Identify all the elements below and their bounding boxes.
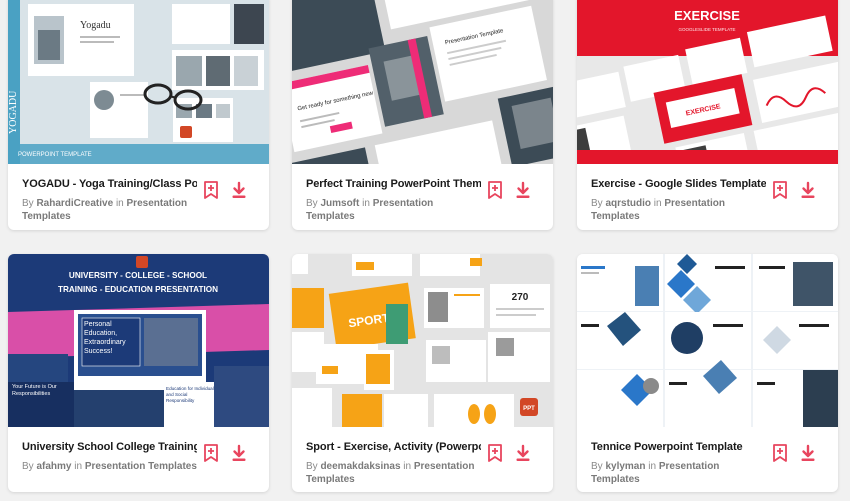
exercise-headline: EXERCISE (674, 8, 740, 23)
thumbnail-university[interactable]: UNIVERSITY - COLLEGE - SCHOOL TRAINING -… (8, 254, 269, 427)
uni-right-text: Education for Individual and Social Resp… (166, 386, 214, 403)
category-link[interactable]: Presentation Templates (85, 461, 197, 472)
template-card-sporty[interactable]: SPORTY 270 PPT Sport - Exercise, Activit… (292, 254, 553, 492)
exercise-sub: GOOGLESLIDE TEMPLATE (678, 27, 735, 32)
yogadu-footer: POWERPOINT TEMPLATE (18, 152, 92, 158)
bookmark-icon[interactable] (201, 443, 221, 463)
template-card-exercise[interactable]: EXERCISE GOOGLESLIDE TEMPLATE EXERCISE E… (577, 0, 838, 230)
card-author-line: By afahmy in Presentation Templates (22, 460, 197, 473)
card-actions (770, 180, 826, 200)
download-icon[interactable] (513, 443, 533, 463)
author-prefix: By (22, 198, 34, 209)
card-actions (201, 443, 257, 463)
thumbnail-tennice[interactable] (577, 254, 838, 427)
card-actions (201, 180, 257, 200)
author-prefix: By (591, 461, 603, 472)
category-prefix: in (648, 461, 657, 472)
author-link[interactable]: kylyman (605, 461, 645, 472)
card-actions (485, 180, 541, 200)
author-link[interactable]: Jumsoft (320, 198, 359, 209)
card-title[interactable]: Tennice Powerpoint Template (591, 441, 766, 453)
author-prefix: By (306, 461, 318, 472)
category-prefix: in (362, 198, 370, 209)
author-link[interactable]: deemakdaksinas (320, 461, 400, 472)
card-author-line: By aqrstudio in Presentation Templates (591, 197, 766, 223)
bookmark-icon[interactable] (485, 443, 505, 463)
yogadu-side-text: YOGADU (8, 90, 19, 134)
card-author-line: By deemakdaksinas in Presentation Templa… (306, 460, 481, 486)
card-actions (485, 443, 541, 463)
bookmark-icon[interactable] (201, 180, 221, 200)
yogadu-brand: Yogadu (80, 20, 111, 31)
category-prefix: in (115, 198, 124, 209)
card-title[interactable]: Sport - Exercise, Activity (Powerpo... (306, 441, 481, 453)
card-author-line: By RahardiCreative in Presentation Templ… (22, 197, 197, 223)
download-icon[interactable] (513, 180, 533, 200)
card-title[interactable]: Perfect Training PowerPoint Theme (306, 178, 481, 190)
template-card-perfect-training[interactable]: Get ready for something new Presentation… (292, 0, 553, 230)
category-prefix: in (653, 198, 662, 209)
download-icon[interactable] (229, 180, 249, 200)
thumbnail-sporty[interactable]: SPORTY 270 PPT (292, 254, 553, 427)
author-prefix: By (591, 198, 603, 209)
ppt-badge: PPT (523, 406, 535, 412)
download-icon[interactable] (798, 180, 818, 200)
sporty-number: 270 (512, 292, 529, 303)
author-link[interactable]: afahmy (36, 461, 71, 472)
thumbnail-exercise[interactable]: EXERCISE GOOGLESLIDE TEMPLATE EXERCISE (577, 0, 838, 164)
card-title[interactable]: University School College Training ... (22, 441, 197, 453)
bookmark-icon[interactable] (770, 443, 790, 463)
card-title[interactable]: YOGADU - Yoga Training/Class Po... (22, 178, 197, 190)
bookmark-icon[interactable] (485, 180, 505, 200)
card-title[interactable]: Exercise - Google Slides Template (591, 178, 766, 190)
card-actions (770, 443, 826, 463)
uni-line1: UNIVERSITY - COLLEGE - SCHOOL (69, 271, 207, 280)
template-card-tennice[interactable]: Tennice Powerpoint Template By kylyman i… (577, 254, 838, 492)
author-prefix: By (306, 198, 318, 209)
bookmark-icon[interactable] (770, 180, 790, 200)
thumbnail-yogadu[interactable]: Yogadu POWERPOINT TEMPLATE YOGADU (8, 0, 269, 164)
download-icon[interactable] (229, 443, 249, 463)
uni-box-text: Personal Education, Extraordinary Succes… (84, 321, 126, 355)
template-card-yogadu[interactable]: Yogadu POWERPOINT TEMPLATE YOGADU YOGADU… (8, 0, 269, 230)
card-author-line: By Jumsoft in Presentation Templates (306, 197, 481, 223)
uni-left-text: Your Future is Our Responsibilities (12, 384, 57, 397)
card-author-line: By kylyman in Presentation Templates (591, 460, 766, 486)
thumbnail-perfect-training[interactable]: Get ready for something new Presentation… (292, 0, 553, 164)
uni-line2: TRAINING - EDUCATION PRESENTATION (58, 285, 218, 294)
author-prefix: By (22, 461, 34, 472)
category-prefix: in (403, 461, 412, 472)
template-card-university[interactable]: UNIVERSITY - COLLEGE - SCHOOL TRAINING -… (8, 254, 269, 492)
download-icon[interactable] (798, 443, 818, 463)
category-prefix: in (74, 461, 83, 472)
author-link[interactable]: RahardiCreative (36, 198, 113, 209)
author-link[interactable]: aqrstudio (605, 198, 651, 209)
